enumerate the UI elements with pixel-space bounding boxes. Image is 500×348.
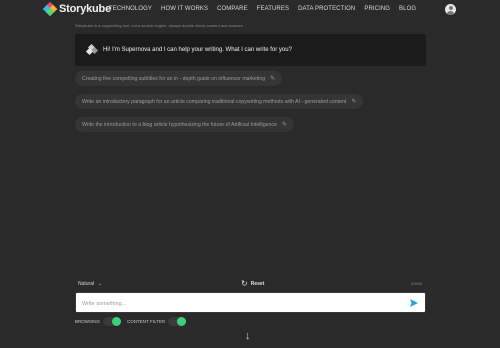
browsing-label: BROWSING [75, 319, 101, 324]
top-bar: Storykube TECHNOLOGY HOW IT WORKS COMPAR… [0, 0, 500, 20]
suggestion-chip[interactable]: Creating five compelling subtitles for a… [75, 71, 283, 86]
suggestion-text: Write the introduction to a blog article… [82, 121, 277, 128]
nav-technology[interactable]: TECHNOLOGY [109, 6, 152, 12]
pencil-icon[interactable]: ✎ [282, 121, 287, 128]
suggestion-text: Creating five compelling subtitles for a… [82, 75, 266, 82]
settings-toggles: BROWSING CONTENT FILTER [75, 317, 192, 326]
disclaimer-text: Storykube is a copywriting tool, not a s… [75, 23, 244, 28]
nav-pricing[interactable]: PRICING [364, 6, 390, 12]
logo-text: Storykube [59, 3, 111, 15]
pencil-icon[interactable]: ✎ [351, 98, 356, 105]
nav-how-it-works[interactable]: HOW IT WORKS [161, 6, 208, 12]
chevron-down-icon: ⌄ [98, 281, 103, 287]
send-icon[interactable] [409, 298, 419, 308]
suggestion-text: Write an introductory paragraph for an a… [82, 98, 347, 105]
message-composer [75, 292, 426, 313]
nav-data-protection[interactable]: DATA PROTECTION [298, 6, 355, 12]
reset-button[interactable]: ↻ Reset [241, 280, 264, 288]
pencil-icon[interactable]: ✎ [270, 75, 275, 82]
logo[interactable]: Storykube [42, 1, 111, 17]
suggestion-chip[interactable]: Write an introductory paragraph for an a… [75, 94, 364, 109]
reset-label: Reset [250, 281, 265, 287]
refresh-icon: ↻ [241, 279, 248, 288]
toggle-knob [177, 317, 187, 326]
browsing-toggle[interactable] [103, 317, 122, 326]
welcome-text: Hi! I'm Supernova and I can help your wr… [103, 47, 292, 53]
logo-icon [42, 1, 58, 17]
tone-select[interactable]: Natural ⌄ [78, 281, 102, 287]
nav-features[interactable]: FEATURES [257, 6, 289, 12]
content-filter-toggle[interactable] [168, 317, 187, 326]
suggestion-chip[interactable]: Write the introduction to a blog article… [75, 117, 294, 132]
nav-blog[interactable]: BLOG [399, 6, 416, 12]
toggle-knob [112, 317, 122, 326]
bot-icon [85, 43, 99, 56]
user-avatar-icon[interactable] [445, 4, 456, 15]
character-counter: 0/2000 [411, 282, 422, 286]
composer-toolbar: Natural ⌄ ↻ Reset 0/2000 [75, 279, 426, 290]
tone-value: Natural [78, 281, 95, 287]
nav-compare[interactable]: COMPARE [217, 6, 248, 12]
main-nav: TECHNOLOGY HOW IT WORKS COMPARE FEATURES… [109, 6, 416, 12]
content-filter-label: CONTENT FILTER [127, 319, 166, 324]
arrow-down-icon[interactable]: ↓ [245, 331, 251, 342]
assistant-welcome-message: Hi! I'm Supernova and I can help your wr… [75, 34, 426, 66]
message-input[interactable] [82, 298, 402, 309]
